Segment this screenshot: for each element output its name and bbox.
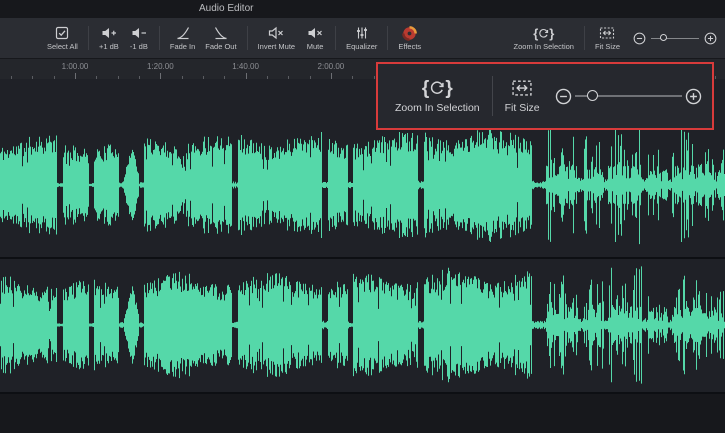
zoom-slider-track[interactable] — [651, 38, 699, 39]
fade-in-icon — [176, 26, 190, 41]
button-label: Fade In — [170, 43, 195, 51]
toolbar-separator — [387, 26, 388, 50]
button-label: Zoom In Selection — [514, 43, 574, 51]
button-label: -1 dB — [130, 43, 148, 51]
mute-icon — [307, 26, 323, 41]
volume-up-icon — [101, 26, 117, 41]
fit-size-icon — [599, 26, 615, 41]
equalizer-button[interactable]: Equalizer — [341, 20, 382, 56]
zoom-slider-track[interactable] — [575, 95, 682, 97]
fit-size-button[interactable]: Fit Size — [590, 20, 625, 56]
effects-icon — [402, 26, 417, 41]
button-label: +1 dB — [99, 43, 119, 51]
zoom-slider — [633, 32, 717, 45]
ruler-time-label: 2:00.00 — [318, 62, 345, 71]
callout-fit-size-button[interactable]: Fit Size — [505, 78, 540, 114]
zoom-in-icon[interactable] — [685, 88, 702, 105]
button-label: Invert Mute — [258, 43, 296, 51]
waveform-track-2[interactable] — [0, 259, 725, 394]
ruler-time-label: 1:40.00 — [232, 62, 259, 71]
select-all-button[interactable]: Select All — [42, 20, 83, 56]
zoom-slider-knob[interactable] — [660, 34, 667, 41]
button-label: Select All — [47, 43, 78, 51]
zoom-out-icon[interactable] — [555, 88, 572, 105]
zoom-in-icon[interactable] — [704, 32, 717, 45]
mute-button[interactable]: Mute — [300, 20, 330, 56]
fit-size-icon — [511, 78, 533, 98]
button-label: Effects — [398, 43, 421, 51]
toolbar-separator — [159, 26, 160, 50]
bottom-panel — [0, 394, 725, 433]
ruler-time-label: 1:00.00 — [62, 62, 89, 71]
zoom-in-selection-icon: {} — [533, 26, 554, 41]
button-label: Equalizer — [346, 43, 377, 51]
toolbar: Select All +1 dB -1 dB Fade In — [0, 18, 725, 58]
button-label: Fit Size — [595, 43, 620, 51]
effects-button[interactable]: Effects — [393, 20, 426, 56]
toolbar-separator — [335, 26, 336, 50]
volume-down-button[interactable]: -1 dB — [124, 20, 154, 56]
zoom-tools-callout: {} Zoom In Selection Fit Size — [376, 62, 714, 130]
select-all-icon — [55, 26, 69, 41]
callout-separator — [492, 76, 493, 116]
toolbar-separator — [584, 26, 585, 50]
ruler-time-label: 1:20.00 — [147, 62, 174, 71]
fade-out-button[interactable]: Fade Out — [200, 20, 241, 56]
callout-label: Fit Size — [505, 103, 540, 114]
zoom-slider-knob[interactable] — [587, 90, 598, 101]
audio-editor-window: Audio Editor Select All +1 dB -1 dB — [0, 0, 725, 433]
callout-zoom-slider — [555, 88, 702, 105]
volume-down-icon — [131, 26, 147, 41]
toolbar-separator — [247, 26, 248, 50]
equalizer-icon — [355, 26, 369, 41]
callout-zoom-in-selection-button[interactable]: {} Zoom In Selection — [395, 78, 480, 114]
toolbar-separator — [88, 26, 89, 50]
volume-up-button[interactable]: +1 dB — [94, 20, 124, 56]
invert-mute-button[interactable]: Invert Mute — [253, 20, 301, 56]
callout-label: Zoom In Selection — [395, 103, 480, 114]
zoom-in-selection-button[interactable]: {} Zoom In Selection — [509, 20, 579, 56]
app-title: Audio Editor — [199, 3, 253, 14]
zoom-in-selection-icon: {} — [422, 78, 453, 98]
fade-out-icon — [214, 26, 228, 41]
titlebar: Audio Editor — [0, 0, 725, 18]
fade-in-button[interactable]: Fade In — [165, 20, 200, 56]
waveform-channel-right — [0, 259, 725, 392]
invert-mute-icon — [268, 26, 284, 41]
zoom-out-icon[interactable] — [633, 32, 646, 45]
button-label: Mute — [307, 43, 324, 51]
button-label: Fade Out — [205, 43, 236, 51]
